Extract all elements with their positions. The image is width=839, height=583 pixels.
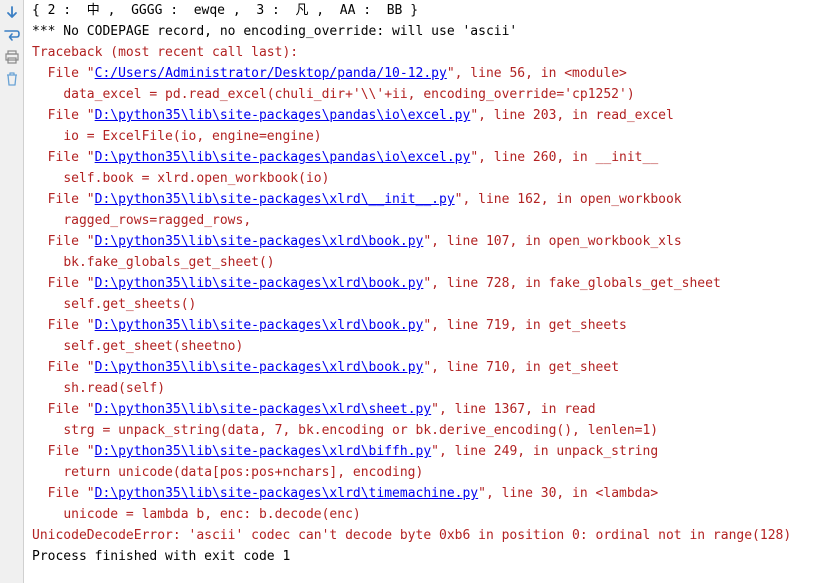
console-text: ", line 710, in get_sheet [423, 360, 619, 375]
console-text: File " [48, 66, 95, 81]
console-text: ", line 30, in <lambda> [478, 486, 658, 501]
console-line: *** No CODEPAGE record, no encoding_over… [32, 21, 834, 42]
console-text: return unicode(data[pos:pos+nchars], enc… [63, 465, 423, 480]
scroll-down-icon[interactable] [3, 4, 21, 22]
traceback-file-link[interactable]: D:\python35\lib\site-packages\xlrd\biffh… [95, 444, 432, 459]
console-line: bk.fake_globals_get_sheet() [32, 252, 834, 273]
console-text: sh.read(self) [63, 381, 165, 396]
console-output[interactable]: { 2 : 中 , GGGG : ewqe , 3 : 凡 , AA : BB … [24, 0, 839, 583]
trash-icon[interactable] [3, 70, 21, 88]
console-line: { 2 : 中 , GGGG : ewqe , 3 : 凡 , AA : BB … [32, 0, 834, 21]
console-line: data_excel = pd.read_excel(chuli_dir+'\\… [32, 84, 834, 105]
console-text: File " [48, 150, 95, 165]
console-line: File "D:\python35\lib\site-packages\xlrd… [32, 273, 834, 294]
console-line: File "D:\python35\lib\site-packages\pand… [32, 105, 834, 126]
console-text: ", line 249, in unpack_string [431, 444, 658, 459]
console-text: File " [48, 360, 95, 375]
console-text: ", line 162, in open_workbook [455, 192, 682, 207]
console-text: File " [48, 444, 95, 459]
console-text: bk.fake_globals_get_sheet() [63, 255, 274, 270]
console-text: ", line 719, in get_sheets [423, 318, 627, 333]
console-text: Traceback (most recent call last): [32, 45, 298, 60]
console-text: ", line 728, in fake_globals_get_sheet [423, 276, 720, 291]
console-text: strg = unpack_string(data, 7, bk.encodin… [63, 423, 658, 438]
console-line: strg = unpack_string(data, 7, bk.encodin… [32, 420, 834, 441]
console-line: io = ExcelFile(io, engine=engine) [32, 126, 834, 147]
console-line: File "D:\python35\lib\site-packages\xlrd… [32, 231, 834, 252]
console-text: ", line 56, in <module> [447, 66, 627, 81]
traceback-file-link[interactable]: D:\python35\lib\site-packages\xlrd\book.… [95, 276, 424, 291]
console-line: File "D:\python35\lib\site-packages\xlrd… [32, 315, 834, 336]
console-text: io = ExcelFile(io, engine=engine) [63, 129, 321, 144]
console-text: File " [48, 192, 95, 207]
console-line: File "D:\python35\lib\site-packages\pand… [32, 147, 834, 168]
console-text: self.get_sheets() [63, 297, 196, 312]
console-text: ", line 1367, in read [431, 402, 595, 417]
console-line: File "D:\python35\lib\site-packages\xlrd… [32, 441, 834, 462]
traceback-file-link[interactable]: D:\python35\lib\site-packages\xlrd\book.… [95, 318, 424, 333]
console-text: UnicodeDecodeError: 'ascii' codec can't … [32, 528, 791, 543]
console-text: self.book = xlrd.open_workbook(io) [63, 171, 329, 186]
console-line: Process finished with exit code 1 [32, 546, 834, 567]
print-icon[interactable] [3, 48, 21, 66]
console-line: File "D:\python35\lib\site-packages\xlrd… [32, 357, 834, 378]
console-line: unicode = lambda b, enc: b.decode(enc) [32, 504, 834, 525]
console-text: ragged_rows=ragged_rows, [63, 213, 251, 228]
console-line: Traceback (most recent call last): [32, 42, 834, 63]
console-line: self.get_sheet(sheetno) [32, 336, 834, 357]
console-line: return unicode(data[pos:pos+nchars], enc… [32, 462, 834, 483]
console-text: File " [48, 486, 95, 501]
console-text: File " [48, 276, 95, 291]
traceback-file-link[interactable]: D:\python35\lib\site-packages\xlrd\book.… [95, 360, 424, 375]
traceback-file-link[interactable]: C:/Users/Administrator/Desktop/panda/10-… [95, 66, 447, 81]
console-line: File "D:\python35\lib\site-packages\xlrd… [32, 189, 834, 210]
console-text: self.get_sheet(sheetno) [63, 339, 243, 354]
console-line: File "C:/Users/Administrator/Desktop/pan… [32, 63, 834, 84]
console-text: { 2 : 中 , GGGG : ewqe , 3 : 凡 , AA : BB … [32, 3, 418, 18]
console-text: ", line 260, in __init__ [470, 150, 658, 165]
traceback-file-link[interactable]: D:\python35\lib\site-packages\xlrd\sheet… [95, 402, 432, 417]
console-text: Process finished with exit code 1 [32, 549, 290, 564]
console-line: UnicodeDecodeError: 'ascii' codec can't … [32, 525, 834, 546]
traceback-file-link[interactable]: D:\python35\lib\site-packages\pandas\io\… [95, 150, 471, 165]
console-text: File " [48, 402, 95, 417]
traceback-file-link[interactable]: D:\python35\lib\site-packages\pandas\io\… [95, 108, 471, 123]
console-gutter [0, 0, 24, 583]
console-line: File "D:\python35\lib\site-packages\xlrd… [32, 483, 834, 504]
soft-wrap-icon[interactable] [3, 26, 21, 44]
console-text: data_excel = pd.read_excel(chuli_dir+'\\… [63, 87, 634, 102]
console-text: File " [48, 234, 95, 249]
console-line: ragged_rows=ragged_rows, [32, 210, 834, 231]
console-text: *** No CODEPAGE record, no encoding_over… [32, 24, 517, 39]
console-line: self.book = xlrd.open_workbook(io) [32, 168, 834, 189]
console-text: File " [48, 108, 95, 123]
console-text: ", line 203, in read_excel [470, 108, 674, 123]
console-line: File "D:\python35\lib\site-packages\xlrd… [32, 399, 834, 420]
console-line: sh.read(self) [32, 378, 834, 399]
traceback-file-link[interactable]: D:\python35\lib\site-packages\xlrd\__ini… [95, 192, 455, 207]
console-text: File " [48, 318, 95, 333]
console-text: ", line 107, in open_workbook_xls [423, 234, 681, 249]
traceback-file-link[interactable]: D:\python35\lib\site-packages\xlrd\book.… [95, 234, 424, 249]
console-text: unicode = lambda b, enc: b.decode(enc) [63, 507, 360, 522]
traceback-file-link[interactable]: D:\python35\lib\site-packages\xlrd\timem… [95, 486, 479, 501]
console-line: self.get_sheets() [32, 294, 834, 315]
